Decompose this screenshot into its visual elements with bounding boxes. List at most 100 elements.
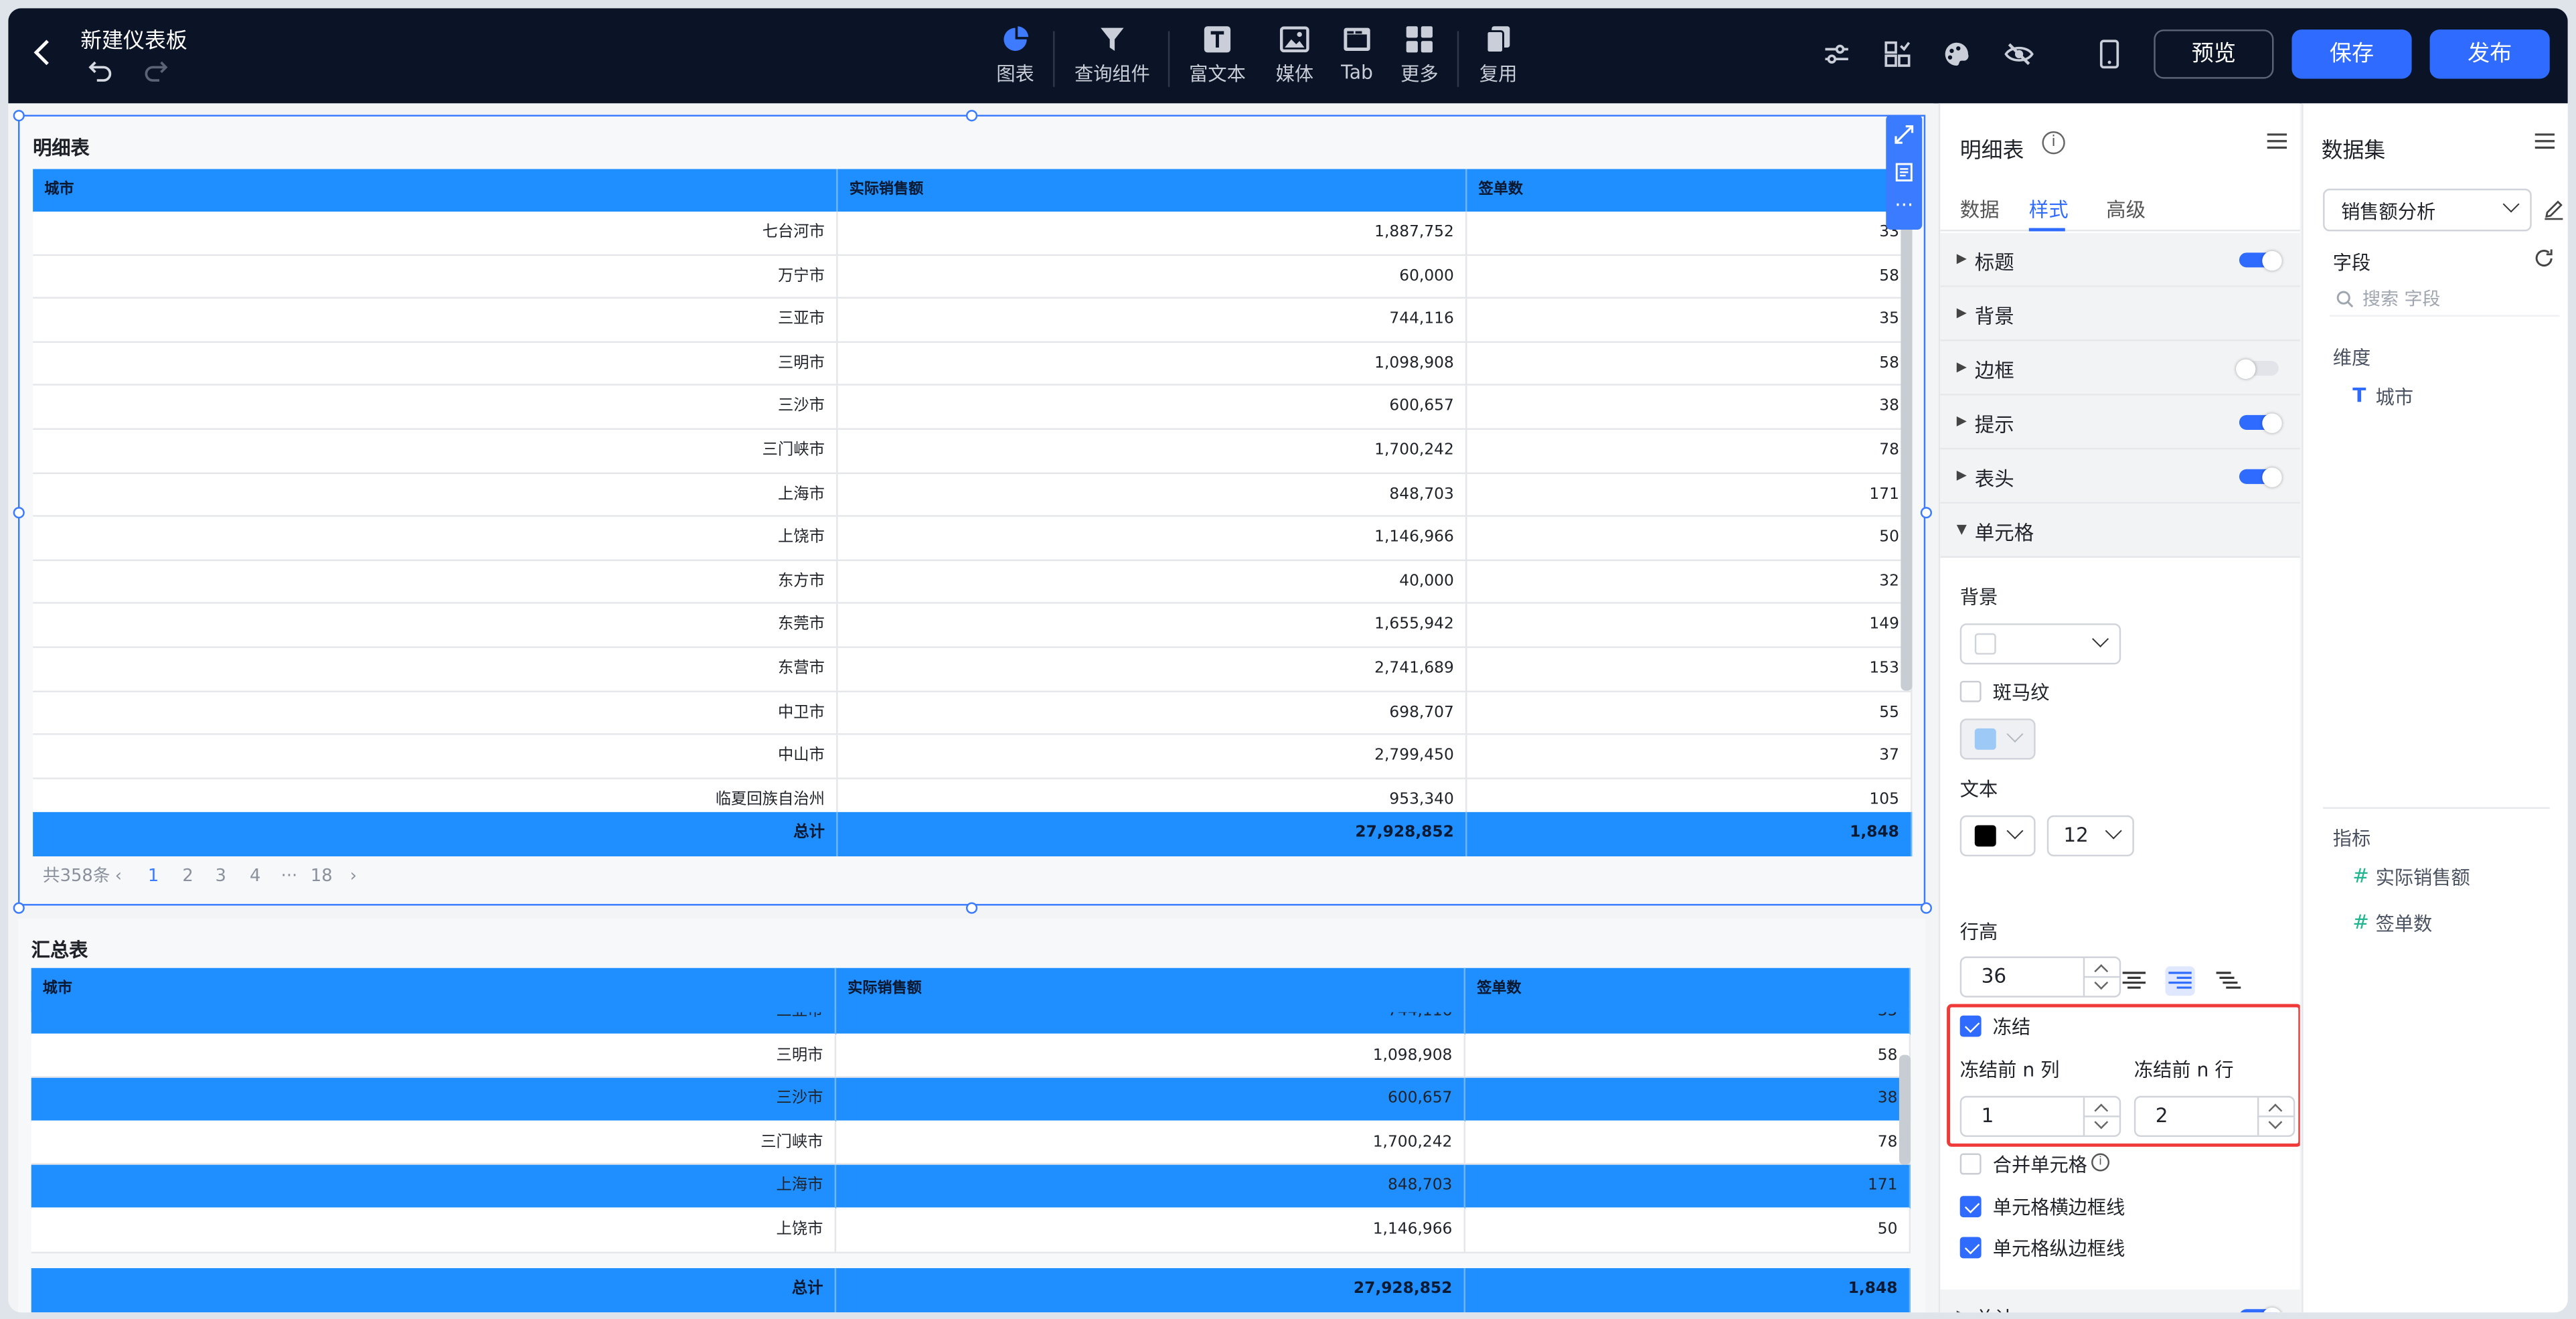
border-toggle[interactable]: [2236, 358, 2279, 378]
tool-chart[interactable]: 图表: [987, 21, 1043, 97]
summary-table-card[interactable]: 汇总表 三亚市744,11635三明市1,098,90858三沙市600,657…: [17, 919, 1926, 1313]
tab-advanced[interactable]: 高级: [2106, 196, 2146, 224]
tool-query[interactable]: 查询组件: [1070, 21, 1155, 97]
text-color-select[interactable]: [1959, 815, 2036, 857]
layout-icon[interactable]: [1882, 40, 1912, 69]
table-row: 东方市 40,000 32: [33, 560, 1913, 605]
tool-media[interactable]: 媒体: [1267, 21, 1322, 97]
tool-more[interactable]: 更多: [1395, 21, 1445, 97]
edit-icon[interactable]: [2543, 198, 2565, 220]
redo-icon[interactable]: [143, 59, 169, 82]
h-border-checkbox[interactable]: [1959, 1196, 1982, 1218]
table-cell: 153: [1467, 647, 1913, 692]
column-header[interactable]: 签单数: [1465, 967, 1911, 1012]
dataset-select[interactable]: 销售额分析: [2323, 188, 2532, 232]
publish-button[interactable]: 发布: [2429, 29, 2550, 79]
section-tooltip[interactable]: ▶ 提示: [1940, 395, 2300, 450]
freeze-checkbox[interactable]: [1959, 1015, 1982, 1037]
page-1[interactable]: 1: [148, 861, 159, 890]
line-height-stepper[interactable]: 36: [1959, 956, 2121, 998]
measure-field[interactable]: # 签单数: [2352, 911, 2432, 937]
tool-richtext[interactable]: 富文本: [1184, 21, 1250, 97]
page-3[interactable]: 3: [215, 861, 226, 890]
refresh-icon[interactable]: [2533, 248, 2555, 269]
menu-icon[interactable]: [2534, 133, 2555, 149]
theme-palette-icon[interactable]: [1942, 40, 1971, 69]
v-border-label: 单元格纵边框线: [1992, 1237, 2125, 1260]
prev-page-icon[interactable]: ‹: [115, 861, 122, 890]
resize-handle[interactable]: [965, 902, 978, 914]
section-background[interactable]: ▶ 背景: [1940, 287, 2300, 341]
align-center-icon[interactable]: [2119, 966, 2149, 996]
font-size-select[interactable]: 12: [2046, 815, 2134, 857]
search-icon: [2336, 291, 2354, 309]
section-border[interactable]: ▶ 边框: [1940, 341, 2300, 396]
v-border-checkbox[interactable]: [1959, 1237, 1982, 1259]
page-2[interactable]: 2: [182, 861, 193, 890]
mobile-layout-icon[interactable]: [2095, 40, 2124, 69]
info-icon[interactable]: i: [2091, 1153, 2110, 1172]
title-toggle[interactable]: [2239, 250, 2282, 270]
resize-handle[interactable]: [13, 902, 25, 914]
tooltip-toggle[interactable]: [2239, 412, 2282, 433]
menu-icon[interactable]: [2267, 133, 2287, 149]
table-cell: 55: [1467, 692, 1913, 736]
resize-handle[interactable]: [1920, 902, 1932, 914]
eye-hidden-icon[interactable]: [2004, 40, 2034, 69]
next-page-icon[interactable]: ›: [350, 861, 357, 890]
total-toggle[interactable]: [2239, 1306, 2282, 1313]
column-header[interactable]: 城市: [33, 169, 838, 213]
tool-reuse[interactable]: 复用: [1473, 21, 1523, 97]
page-ellipsis[interactable]: ···: [281, 861, 298, 890]
page-18[interactable]: 18: [311, 861, 333, 890]
column-header[interactable]: 签单数: [1467, 169, 1913, 213]
zebra-color-select[interactable]: [1959, 718, 2036, 760]
back-icon[interactable]: [31, 34, 61, 77]
header-toggle[interactable]: [2239, 467, 2282, 487]
chevron-down-icon: [2092, 630, 2109, 647]
field-search-input[interactable]: 搜索 字段: [2329, 284, 2560, 317]
column-header[interactable]: 实际销售额: [836, 967, 1466, 1012]
tab-style[interactable]: 样式: [2029, 196, 2069, 224]
column-header[interactable]: 实际销售额: [838, 169, 1467, 213]
zebra-checkbox[interactable]: [1959, 680, 1982, 702]
section-title[interactable]: ▶ 标题: [1940, 232, 2300, 287]
tool-tab[interactable]: Tab: [1332, 21, 1382, 97]
detail-view-icon[interactable]: [1895, 163, 1914, 182]
column-header[interactable]: 城市: [31, 967, 837, 1012]
settings-sliders-icon[interactable]: [1822, 40, 1852, 69]
merge-cells-checkbox[interactable]: [1959, 1153, 1982, 1175]
detail-table-card[interactable]: 明细表 城市 实际销售额 签单数 七台河市 1,887,752 33 万宁市 60,000 58…: [17, 114, 1926, 906]
align-right-icon[interactable]: [2165, 966, 2195, 996]
divider: [2323, 807, 2550, 809]
freeze-cols-stepper[interactable]: 1: [1959, 1095, 2121, 1138]
detail-table-scrollbar[interactable]: [1901, 223, 1913, 691]
align-justify-icon[interactable]: [2213, 966, 2243, 996]
resize-handle[interactable]: [13, 110, 25, 122]
resize-handle[interactable]: [1920, 507, 1932, 519]
measure-field[interactable]: # 实际销售额: [2352, 864, 2470, 890]
cell-bg-color-select[interactable]: [1959, 623, 2121, 665]
table-cell: 744,116: [837, 299, 1467, 343]
freeze-rows-stepper[interactable]: 2: [2134, 1095, 2296, 1138]
table-cell: 27,928,852: [836, 1268, 1466, 1312]
resize-handle[interactable]: [965, 110, 978, 122]
section-total[interactable]: ▶ 总计: [1940, 1289, 2300, 1313]
section-header[interactable]: ▶ 表头: [1940, 449, 2300, 504]
tab-icon: [1342, 25, 1372, 54]
section-cell[interactable]: ▼ 单元格: [1940, 503, 2300, 558]
preview-button[interactable]: 预览: [2154, 29, 2274, 79]
undo-icon[interactable]: [87, 59, 113, 82]
table-total-row: 总计 27,928,852 1,848: [31, 1268, 1911, 1312]
expand-icon[interactable]: [1895, 125, 1914, 144]
save-button[interactable]: 保存: [2291, 29, 2412, 79]
summary-table-scrollbar[interactable]: [1899, 1055, 1911, 1165]
dimension-field[interactable]: T 城市: [2352, 384, 2413, 410]
resize-handle[interactable]: [13, 507, 25, 519]
tab-data[interactable]: 数据: [1960, 196, 2000, 224]
table-row: 三亚市744,11635: [33, 299, 1913, 343]
dashboard-title[interactable]: 新建仪表板: [80, 23, 187, 54]
page-4[interactable]: 4: [250, 861, 260, 890]
info-icon[interactable]: i: [2042, 131, 2065, 155]
more-icon[interactable]: ···: [1895, 196, 1914, 218]
